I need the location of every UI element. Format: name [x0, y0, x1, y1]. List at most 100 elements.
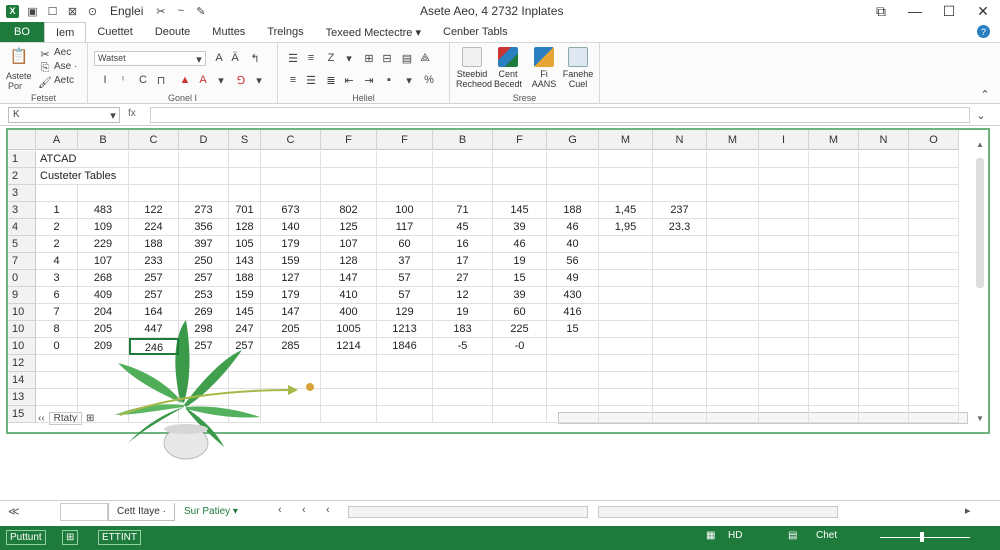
grid-cell[interactable]	[547, 185, 599, 202]
grid-cell[interactable]	[707, 270, 759, 287]
grid-cell[interactable]	[809, 406, 859, 423]
grid-cell[interactable]	[321, 168, 377, 185]
grid-cell[interactable]	[909, 219, 959, 236]
row-header[interactable]: 2	[8, 168, 36, 185]
wrap-text-icon[interactable]: ⊞	[362, 51, 376, 65]
grid-cell[interactable]: 250	[179, 253, 229, 270]
grid-cell[interactable]	[493, 406, 547, 423]
grid-cell[interactable]: 188	[129, 236, 179, 253]
grid-cell[interactable]: 188	[547, 202, 599, 219]
chevron-down-icon[interactable]: ▾	[342, 51, 356, 65]
highlight-icon[interactable]: ⅁	[234, 73, 248, 87]
grid-cell[interactable]: 4	[36, 253, 78, 270]
grid-cell[interactable]	[179, 168, 229, 185]
copy-button[interactable]: Ase ·	[54, 61, 77, 72]
grid-cell[interactable]	[179, 185, 229, 202]
grid-cell[interactable]	[859, 185, 909, 202]
grid-cell[interactable]	[859, 355, 909, 372]
grid-cell[interactable]	[653, 304, 707, 321]
grid-cell[interactable]	[36, 355, 78, 372]
grid-cell[interactable]: 147	[321, 270, 377, 287]
grid-cell[interactable]	[707, 287, 759, 304]
scroll-left-icon[interactable]: ‹	[278, 504, 282, 516]
vertical-scroll-thumb[interactable]	[976, 158, 984, 288]
grid-cell[interactable]	[809, 389, 859, 406]
grid-cell[interactable]	[759, 270, 809, 287]
grid-cell[interactable]	[909, 304, 959, 321]
decrease-indent-icon[interactable]: ⇤	[342, 73, 356, 87]
grid-cell[interactable]	[809, 287, 859, 304]
grid-cell[interactable]	[707, 151, 759, 168]
row-header[interactable]: 1	[8, 151, 36, 168]
grid-cell[interactable]	[261, 151, 321, 168]
grid-cell[interactable]	[653, 389, 707, 406]
grid-cell[interactable]: 483	[78, 202, 129, 219]
tab-formulas[interactable]: Muttes	[201, 22, 256, 42]
grid-cell[interactable]	[859, 151, 909, 168]
grid-cell[interactable]: 37	[377, 253, 433, 270]
grid-cell[interactable]	[909, 185, 959, 202]
grid-cell[interactable]	[599, 389, 653, 406]
chevron-down-icon[interactable]: ▾	[192, 52, 206, 66]
grid-cell[interactable]	[707, 202, 759, 219]
scroll-left-icon[interactable]: ‹	[302, 504, 306, 516]
font-color-icon[interactable]: A	[196, 73, 210, 87]
grid-cell[interactable]	[809, 372, 859, 389]
paste-icon[interactable]: 📋	[10, 47, 29, 65]
grid-cell[interactable]: 273	[179, 202, 229, 219]
grid-cell[interactable]: 17	[433, 253, 493, 270]
grid-cell[interactable]	[599, 236, 653, 253]
grid-cell[interactable]: 12	[433, 287, 493, 304]
grid-cell[interactable]	[859, 338, 909, 355]
grid-cell[interactable]: 56	[547, 253, 599, 270]
grid-cell[interactable]	[36, 406, 78, 423]
row-header[interactable]: 12	[8, 355, 36, 372]
grid-cell[interactable]	[809, 270, 859, 287]
close-button[interactable]: ✕	[966, 0, 1000, 22]
number-format-icon[interactable]: ▪	[382, 73, 396, 87]
grid-cell[interactable]	[707, 338, 759, 355]
grid-cell[interactable]: 60	[493, 304, 547, 321]
grid-cell[interactable]	[599, 270, 653, 287]
grid-cell[interactable]	[129, 151, 179, 168]
grid-cell[interactable]	[909, 253, 959, 270]
grid-cell[interactable]: 2	[36, 219, 78, 236]
grid-cell[interactable]	[493, 389, 547, 406]
grid-cell[interactable]: 6	[36, 287, 78, 304]
row-header[interactable]: 10	[8, 338, 36, 355]
grid-cell[interactable]	[493, 355, 547, 372]
grid-cell[interactable]: 224	[129, 219, 179, 236]
grid-cell[interactable]	[859, 270, 909, 287]
grid-cell[interactable]	[433, 185, 493, 202]
grid-cell[interactable]	[653, 151, 707, 168]
maximize-button[interactable]: ☐	[932, 0, 966, 22]
column-header[interactable]: C	[129, 130, 179, 150]
grid-cell[interactable]: 183	[433, 321, 493, 338]
grid-cell[interactable]	[599, 321, 653, 338]
grid-cell[interactable]	[707, 372, 759, 389]
grid-cell[interactable]	[547, 372, 599, 389]
grid-cell[interactable]	[653, 270, 707, 287]
grid-cell[interactable]: 117	[377, 219, 433, 236]
grid-cell[interactable]: 159	[229, 287, 261, 304]
grid-cell[interactable]: 225	[493, 321, 547, 338]
grid-cell[interactable]	[859, 253, 909, 270]
ribbon-display-icon[interactable]: ⧉	[864, 0, 898, 22]
grid-cell[interactable]: 140	[261, 219, 321, 236]
font-name-select[interactable]: Watset	[94, 51, 206, 66]
scroll-left-icon[interactable]: ‹	[326, 504, 330, 516]
grid-cell[interactable]	[809, 185, 859, 202]
status-icon-box[interactable]: ⊞	[62, 530, 79, 545]
vertical-scrollbar[interactable]: ▲ ▼	[974, 140, 986, 423]
grid-cell[interactable]	[377, 355, 433, 372]
grid-cell[interactable]	[759, 406, 809, 423]
chevron-down-icon[interactable]: ▾	[214, 73, 228, 87]
grid-cell[interactable]	[909, 355, 959, 372]
grid-cell[interactable]: 71	[433, 202, 493, 219]
grid-cell[interactable]	[321, 185, 377, 202]
sheet-nav-first-icon[interactable]: ≪	[8, 505, 20, 518]
horizontal-scrollbar[interactable]	[348, 506, 588, 518]
grid-cell[interactable]	[433, 151, 493, 168]
grid-cell[interactable]	[759, 185, 809, 202]
grid-cell[interactable]	[759, 338, 809, 355]
